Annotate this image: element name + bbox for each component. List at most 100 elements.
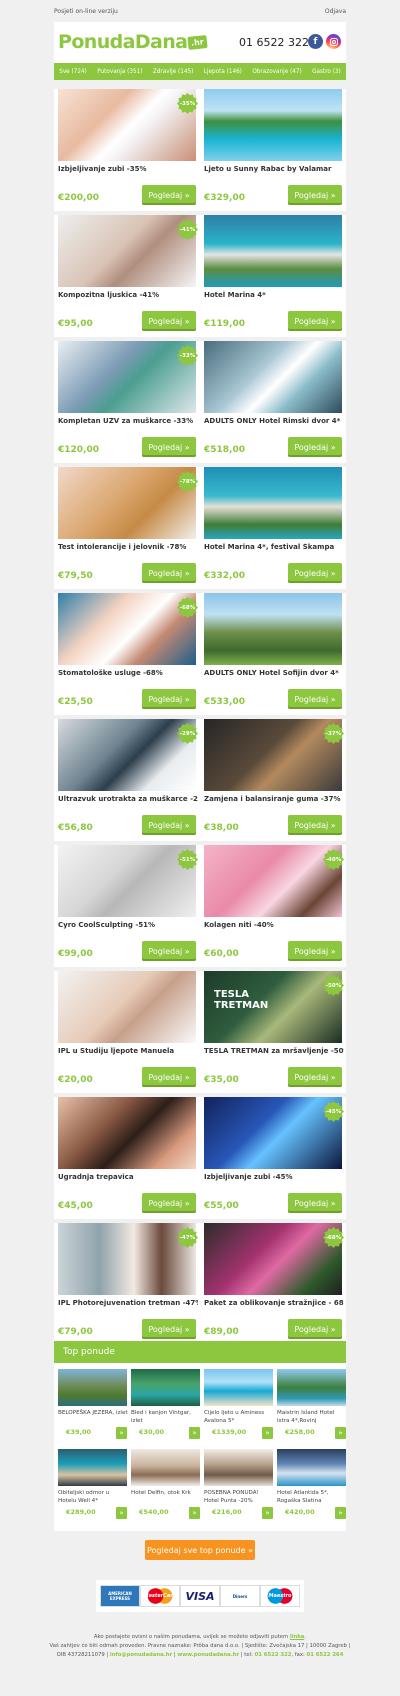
deal-card[interactable]: -41% Kompozitna ljuskica -41% €95,00 Pogled… [54, 215, 200, 337]
view-deal-button[interactable]: Pogledaj » [142, 689, 196, 709]
deal-card[interactable]: -35% Izbjeljivanje zubi -35% €200,00 Pogled… [54, 89, 200, 211]
deal-image[interactable] [58, 215, 196, 287]
footer-site[interactable]: www.ponudadana.hr [177, 1652, 239, 1658]
top-offer-more-button[interactable]: » [262, 1427, 273, 1439]
deal-card[interactable]: ADULTS ONLY Hotel Sofijin dvor 4* €533,00… [200, 593, 346, 715]
deal-title[interactable]: Test intolerancije i jelovnik -78% [58, 543, 198, 551]
top-offer-title[interactable]: Maistrin Island Hotel Istra 4*,Rovinj [277, 1409, 348, 1425]
deal-card[interactable]: ADULTS ONLY Hotel Rimski dvor 4* €518,00 P… [200, 341, 346, 463]
unsubscribe-footer-link[interactable]: linka [290, 1634, 305, 1640]
nav-item-zdravlje[interactable]: Zdravlje (145) [153, 69, 193, 75]
deal-title[interactable]: Kompozitna ljuskica -41% [58, 291, 198, 299]
top-offer-more-button[interactable]: » [189, 1507, 200, 1519]
view-deal-button[interactable]: Pogledaj » [142, 563, 196, 583]
top-offer-image[interactable] [58, 1449, 127, 1486]
deal-image[interactable] [58, 341, 196, 413]
deal-card[interactable]: -68% Stomatološke usluge -68% €25,50 Pogled… [54, 593, 200, 715]
view-deal-button[interactable]: Pogledaj » [142, 185, 196, 205]
view-deal-button[interactable]: Pogledaj » [142, 1067, 196, 1087]
deal-title[interactable]: Ugradnja trepavica [58, 1173, 198, 1181]
top-offer-image[interactable] [277, 1369, 346, 1406]
facebook-icon[interactable]: f [308, 34, 323, 49]
top-offer-item[interactable]: Maistrin Island Hotel Istra 4*,Rovinj €25… [275, 1369, 346, 1449]
deal-title[interactable]: Ljeto u Sunny Rabac by Valamar [204, 165, 344, 173]
deal-image[interactable] [58, 971, 196, 1043]
view-deal-button[interactable]: Pogledaj » [288, 941, 342, 961]
deal-title[interactable]: TESLA TRETMAN za mršavljenje -50% [204, 1047, 344, 1055]
deal-image[interactable] [58, 719, 196, 791]
nav-item-putovanja[interactable]: Putovanja (351) [97, 69, 142, 75]
view-deal-button[interactable]: Pogledaj » [142, 1319, 196, 1339]
deal-title[interactable]: ADULTS ONLY Hotel Sofijin dvor 4* [204, 669, 344, 677]
deal-title[interactable]: IPL Photorejuvenation tretman -47% [58, 1299, 198, 1307]
deal-image[interactable] [58, 1097, 196, 1169]
view-deal-button[interactable]: Pogledaj » [288, 563, 342, 583]
logo[interactable]: PonudaDana .hr [58, 31, 208, 53]
top-offer-title[interactable]: Cijelo ljeto u Aminess Avalona 5* [204, 1409, 275, 1425]
view-deal-button[interactable]: Pogledaj » [288, 311, 342, 331]
deal-title[interactable]: Izbjeljivanje zubi -45% [204, 1173, 344, 1181]
top-offer-image[interactable] [204, 1369, 273, 1406]
deal-title[interactable]: Cyro CoolSculpting -51% [58, 921, 198, 929]
deal-card[interactable]: -40% Kolagen niti -40% €60,00 Pogledaj » [200, 845, 346, 967]
top-offer-item[interactable]: BELOPEŠKA JEZERA, izlet €39,00 » [56, 1369, 129, 1449]
nav-item-obrazovanje[interactable]: Obrazovanje (47) [252, 69, 301, 75]
deal-image[interactable] [58, 845, 196, 917]
deal-title[interactable]: Hotel Marina 4* [204, 291, 344, 299]
deal-card[interactable]: IPL u Studiju ljepote Manuela €20,00 Pogle… [54, 971, 200, 1093]
view-deal-button[interactable]: Pogledaj » [288, 437, 342, 457]
deal-image[interactable] [204, 341, 342, 413]
top-offer-more-button[interactable]: » [116, 1427, 127, 1439]
deal-card[interactable]: -68% Paket za oblikovanje stražnjice - 68… [200, 1223, 346, 1345]
top-offer-item[interactable]: Bled i kanjon Vintgar, izlet €30,00 » [129, 1369, 200, 1449]
deal-card[interactable]: -45% Izbjeljivanje zubi -45% €55,00 Pogleda… [200, 1097, 346, 1219]
deal-image[interactable] [204, 467, 342, 539]
deal-image[interactable] [58, 467, 196, 539]
deal-image[interactable] [204, 1223, 342, 1295]
deal-title[interactable]: Kompletan UZV za muškarce -33% [58, 417, 198, 425]
top-offer-title[interactable]: Bled i kanjon Vintgar, izlet [131, 1409, 202, 1425]
deal-card[interactable]: Ljeto u Sunny Rabac by Valamar €329,00 Pog… [200, 89, 346, 211]
footer-email[interactable]: info@ponudadana.hr [110, 1652, 172, 1658]
view-deal-button[interactable]: Pogledaj » [142, 311, 196, 331]
top-offer-item[interactable]: Cijelo ljeto u Aminess Avalona 5* €1339,0… [202, 1369, 273, 1449]
top-offer-image[interactable] [131, 1449, 200, 1486]
online-version-link[interactable]: Posjeti on-line verziju [54, 8, 118, 15]
top-offer-image[interactable] [58, 1369, 127, 1406]
deal-title[interactable]: Paket za oblikovanje stražnjice - 68% [204, 1299, 344, 1307]
deal-card[interactable]: TESLA TRETMAN -50% TESLA TRETMAN za mršavl… [200, 971, 346, 1093]
deal-title[interactable]: ADULTS ONLY Hotel Rimski dvor 4* [204, 417, 344, 425]
top-offer-more-button[interactable]: » [189, 1427, 200, 1439]
top-offer-image[interactable] [277, 1449, 346, 1486]
deal-card[interactable]: Hotel Marina 4* €119,00 Pogledaj » [200, 215, 346, 337]
top-offer-title[interactable]: BELOPEŠKA JEZERA, izlet [58, 1409, 129, 1417]
deal-card[interactable]: Ugradnja trepavica €45,00 Pogledaj » [54, 1097, 200, 1219]
top-offer-title[interactable]: Hotel Atlantida 5*, Rogaška Slatina [277, 1489, 348, 1505]
top-offer-image[interactable] [131, 1369, 200, 1406]
instagram-icon[interactable] [326, 34, 341, 49]
view-deal-button[interactable]: Pogledaj » [142, 941, 196, 961]
top-offer-more-button[interactable]: » [335, 1507, 346, 1519]
top-offer-item[interactable]: Hotel Atlantida 5*, Rogaška Slatina €420,… [275, 1449, 346, 1529]
all-top-offers-button[interactable]: Pogledaj sve top ponude » [145, 1540, 255, 1560]
deal-image[interactable] [204, 215, 342, 287]
nav-item-sve[interactable]: Sve (724) [59, 69, 87, 75]
top-offer-more-button[interactable]: » [116, 1507, 127, 1519]
deal-image[interactable] [204, 1097, 342, 1169]
deal-image[interactable] [58, 1223, 196, 1295]
deal-title[interactable]: Stomatološke usluge -68% [58, 669, 198, 677]
view-deal-button[interactable]: Pogledaj » [288, 689, 342, 709]
top-offer-image[interactable] [204, 1449, 273, 1486]
top-offer-item[interactable]: Obiteljski odmor u Hotelu Well 4* €289,00… [56, 1449, 127, 1529]
top-offer-item[interactable]: POSEBNA PONUDA! Hotel Punta -20% €216,00 » [202, 1449, 273, 1529]
deal-card[interactable]: -47% IPL Photorejuvenation tretman -47% €7… [54, 1223, 200, 1345]
view-deal-button[interactable]: Pogledaj » [288, 815, 342, 835]
unsubscribe-link[interactable]: Odjava [325, 8, 346, 15]
deal-card[interactable]: Hotel Marina 4*, festival Škampa €332,00 P… [200, 467, 346, 589]
deal-image[interactable] [204, 89, 342, 161]
deal-title[interactable]: Hotel Marina 4*, festival Škampa [204, 543, 344, 551]
nav-item-gastro[interactable]: Gastro (3) [312, 69, 341, 75]
deal-title[interactable]: Zamjena i balansiranje guma -37% [204, 795, 344, 803]
deal-title[interactable]: Izbjeljivanje zubi -35% [58, 165, 198, 173]
deal-card[interactable]: -51% Cyro CoolSculpting -51% €99,00 Pogleda… [54, 845, 200, 967]
